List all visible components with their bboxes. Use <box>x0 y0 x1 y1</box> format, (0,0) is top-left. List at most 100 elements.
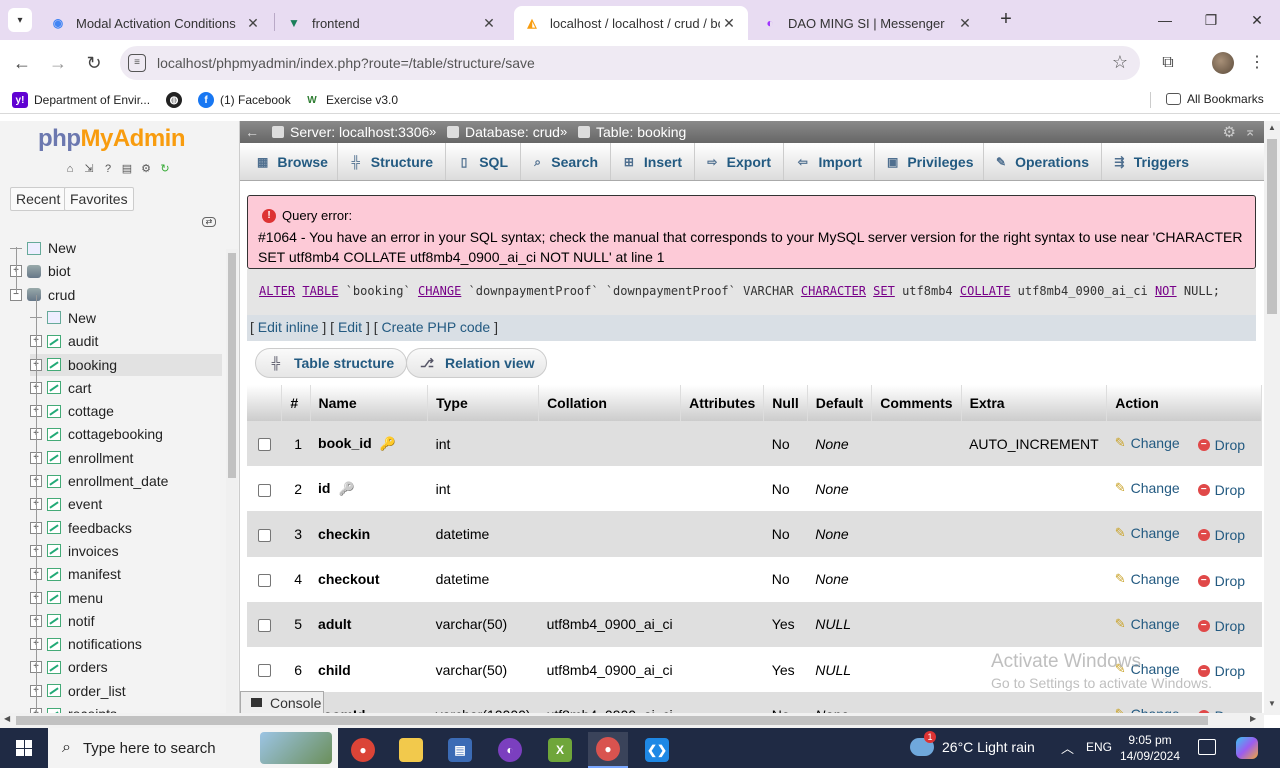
tab-operations[interactable]: ✎ Operations <box>984 143 1102 180</box>
taskbar-search[interactable]: ⌕ Type here to search <box>48 728 338 768</box>
logout-icon[interactable]: ⇲ <box>81 161 97 177</box>
browser-tab-phpmyadmin[interactable]: ◭ localhost / localhost / crud / bo ✕ <box>514 6 748 40</box>
drop-button[interactable]: −Drop <box>1197 482 1245 498</box>
nav-scrollbar[interactable] <box>226 249 238 728</box>
edit-link[interactable]: Edit <box>338 319 362 335</box>
change-button[interactable]: ✎Change <box>1115 571 1180 587</box>
change-button[interactable]: ✎Change <box>1115 661 1180 677</box>
tree-item-audit[interactable]: +audit <box>30 330 222 352</box>
row-checkbox[interactable] <box>257 438 271 452</box>
create-php-code-link[interactable]: Create PHP code <box>382 319 491 335</box>
bookmark-globe[interactable]: ◍ <box>166 92 188 108</box>
col-header-name[interactable]: Name <box>310 385 429 421</box>
column-name-cell[interactable]: checkin <box>310 511 428 557</box>
notification-icon[interactable] <box>1198 739 1216 755</box>
col-header-extra[interactable]: Extra <box>961 385 1108 421</box>
tree-item-event[interactable]: +event <box>30 493 222 515</box>
console-tab[interactable]: Console <box>240 691 324 713</box>
taskbar-github-desktop[interactable]: ◐ <box>490 732 530 768</box>
drop-button[interactable]: −Drop <box>1197 663 1245 679</box>
bookmark-exercise[interactable]: W Exercise v3.0 <box>304 92 398 108</box>
main-scrollbar-thumb[interactable] <box>1267 139 1277 314</box>
tab-insert[interactable]: ⊞ Insert <box>611 143 695 180</box>
column-name[interactable]: checkin <box>318 526 370 542</box>
column-name[interactable]: adult <box>318 616 351 632</box>
bookmark-department[interactable]: y! Department of Envir... <box>12 92 150 108</box>
col-header-default[interactable]: Default <box>807 385 873 421</box>
horizontal-scrollbar[interactable]: ◀ ▶ <box>0 713 1264 728</box>
collapse-arrow-icon[interactable]: ← <box>244 124 260 140</box>
help-icon[interactable]: ? <box>100 161 116 177</box>
edit-inline-link[interactable]: Edit inline <box>258 319 319 335</box>
col-header-attributes[interactable]: Attributes <box>680 385 765 421</box>
col-header-comments[interactable]: Comments <box>871 385 962 421</box>
back-button[interactable]: ← <box>10 51 34 75</box>
change-button[interactable]: ✎Change <box>1115 435 1180 451</box>
tree-item-booking[interactable]: +booking <box>30 353 222 376</box>
site-info-icon[interactable]: ≡ <box>128 54 146 72</box>
column-name-cell[interactable]: child <box>310 646 428 693</box>
tab-browse[interactable]: ▦ Browse <box>245 143 338 180</box>
tab-import[interactable]: ⇦ Import <box>784 143 875 180</box>
browser-tab-modal-activation[interactable]: ◉ Modal Activation Conditions ✕ <box>40 6 272 40</box>
url-text[interactable]: localhost/phpmyadmin/index.php?route=/ta… <box>157 55 535 71</box>
taskbar-chrome[interactable]: ● <box>343 732 383 768</box>
row-checkbox[interactable] <box>257 528 271 542</box>
change-button[interactable]: ✎Change <box>1115 525 1180 541</box>
tab-privileges[interactable]: ▣ Privileges <box>875 143 984 180</box>
row-checkbox[interactable] <box>257 573 271 587</box>
tree-item-notifications[interactable]: +notifications <box>30 633 222 655</box>
taskbar-file-explorer[interactable] <box>391 732 431 768</box>
tree-item-cottagebooking[interactable]: +cottagebooking <box>30 423 222 445</box>
breadcrumb-table[interactable]: Table: booking <box>578 124 686 140</box>
bookmark-star-icon[interactable]: ☆ <box>1112 52 1128 73</box>
col-header-null[interactable]: Null <box>763 385 808 421</box>
tree-item-cottage[interactable]: +cottage <box>30 400 222 422</box>
tree-item-menu[interactable]: +menu <box>30 587 222 609</box>
scroll-left-arrow-icon[interactable]: ◀ <box>4 714 10 723</box>
tree-item-feedbacks[interactable]: +feedbacks <box>30 517 222 539</box>
change-button[interactable]: ✎Change <box>1115 616 1180 632</box>
collapse-top-icon[interactable]: ⌅ <box>1244 123 1256 140</box>
close-tab-icon[interactable]: ✕ <box>480 15 498 32</box>
tree-item-order-list[interactable]: +order_list <box>30 680 222 702</box>
tree-item-enrollment-date[interactable]: +enrollment_date <box>30 470 222 492</box>
copilot-icon[interactable] <box>1236 737 1258 759</box>
col-header-type[interactable]: Type <box>427 385 540 421</box>
clock[interactable]: 9:05 pm 14/09/2024 <box>1112 732 1188 764</box>
browser-tab-frontend[interactable]: ▼ frontend ✕ <box>276 6 508 40</box>
extensions-icon[interactable]: ⧉ <box>1157 52 1179 74</box>
column-name-cell[interactable]: id 🔑 <box>310 466 428 512</box>
start-button[interactable] <box>0 728 48 768</box>
bookmark-facebook[interactable]: f (1) Facebook <box>198 92 291 108</box>
tab-search[interactable]: ⌕ Search <box>521 143 611 180</box>
tray-chevron-icon[interactable]: ︿ <box>1061 738 1074 757</box>
tree-item-invoices[interactable]: +invoices <box>30 540 222 562</box>
row-checkbox[interactable] <box>257 619 271 633</box>
minimize-button[interactable]: — <box>1153 8 1177 32</box>
taskbar-xampp[interactable]: X <box>540 732 580 768</box>
scroll-down-arrow-icon[interactable]: ▼ <box>1267 699 1277 708</box>
tree-item-New[interactable]: New <box>30 307 222 329</box>
profile-avatar[interactable] <box>1212 52 1234 74</box>
phpmyadmin-logo[interactable]: phpMyAdmin <box>38 125 185 153</box>
tree-item-biot[interactable]: +biot <box>10 260 222 282</box>
restore-button[interactable]: ❐ <box>1199 8 1223 32</box>
close-tab-icon[interactable]: ✕ <box>956 15 974 32</box>
change-button[interactable]: ✎Change <box>1115 480 1180 496</box>
table-structure-button[interactable]: ╬ Table structure <box>255 348 408 378</box>
refresh-icon[interactable]: ↻ <box>157 161 173 177</box>
link-unlink-icon[interactable]: ⇄ <box>202 217 216 227</box>
scroll-up-arrow-icon[interactable]: ▲ <box>1267 123 1277 132</box>
tab-export[interactable]: ⇨ Export <box>695 143 784 180</box>
drop-button[interactable]: −Drop <box>1197 618 1245 634</box>
new-tab-button[interactable]: + <box>994 8 1018 32</box>
drop-button[interactable]: −Drop <box>1197 437 1245 453</box>
row-checkbox[interactable] <box>257 664 271 678</box>
main-scrollbar[interactable]: ▲ ▼ <box>1264 121 1280 715</box>
scroll-right-arrow-icon[interactable]: ▶ <box>1250 714 1256 723</box>
breadcrumb-database[interactable]: Database: crud <box>447 124 560 140</box>
tree-item-orders[interactable]: +orders <box>30 656 222 678</box>
reload-button[interactable]: ↻ <box>82 51 106 75</box>
nav-tab-recent[interactable]: Recent <box>10 187 67 211</box>
